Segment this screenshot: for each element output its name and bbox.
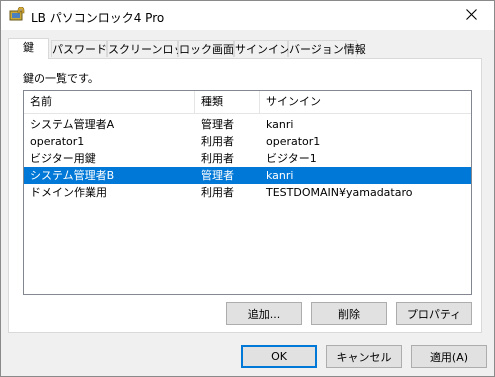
tab-keys[interactable]: 鍵 [8, 38, 49, 59]
apply-button[interactable]: 適用(A) [411, 345, 487, 368]
cell-name: operator1 [30, 135, 85, 148]
tab-signin[interactable]: サインイン [234, 40, 290, 57]
cell-signin: operator1 [266, 135, 321, 148]
cell-signin: kanri [266, 118, 294, 131]
column-header-name[interactable]: 名前 [24, 91, 195, 113]
cell-name: システム管理者A [30, 118, 115, 131]
window-title: LB パソコンロック4 Pro [31, 11, 165, 25]
cell-type: 管理者 [201, 118, 234, 131]
close-icon [465, 8, 477, 23]
list-row[interactable]: システム管理者A 管理者 kanri [24, 116, 471, 133]
tab-screen-lock[interactable]: スクリーンロック [107, 40, 195, 57]
list-header: 名前 種類 サインイン [24, 91, 471, 114]
list-row[interactable]: ドメイン作業用 利用者 TESTDOMAIN¥yamadataro [24, 184, 471, 201]
cell-type: 利用者 [201, 135, 234, 148]
key-list[interactable]: 名前 種類 サインイン システム管理者A 管理者 kanri operator1… [23, 90, 472, 295]
cancel-button[interactable]: キャンセル [326, 345, 402, 368]
list-row[interactable]: ビジター用鍵 利用者 ビジター1 [24, 150, 471, 167]
list-row[interactable]: operator1 利用者 operator1 [24, 133, 471, 150]
app-lock-icon [9, 6, 25, 23]
tab-lock-screen[interactable]: ロック画面 [178, 40, 234, 57]
column-header-type[interactable]: 種類 [195, 91, 260, 113]
cell-type: 管理者 [201, 169, 234, 182]
delete-button[interactable]: 削除 [311, 302, 387, 325]
cell-signin: ビジター1 [266, 152, 317, 165]
add-button[interactable]: 追加... [226, 302, 302, 325]
cell-name: システム管理者B [30, 169, 115, 182]
cell-type: 利用者 [201, 152, 234, 165]
list-row-selected[interactable]: システム管理者B 管理者 kanri [24, 167, 471, 184]
properties-button[interactable]: プロパティ [396, 302, 472, 325]
column-header-signin[interactable]: サインイン [260, 91, 471, 113]
keys-tab-panel: 鍵の一覧です。 名前 種類 サインイン システム管理者A 管理者 kanri o… [8, 58, 482, 333]
cell-name: ドメイン作業用 [30, 186, 107, 199]
tab-version-info[interactable]: バージョン情報 [288, 40, 366, 57]
cell-type: 利用者 [201, 186, 234, 199]
list-caption: 鍵の一覧です。 [23, 72, 99, 85]
dialog-window: LB パソコンロック4 Pro 鍵 パスワード スクリーンロック ロック画面 サ… [0, 0, 495, 377]
close-button[interactable] [448, 1, 494, 30]
ok-button[interactable]: OK [241, 345, 317, 368]
cell-signin: TESTDOMAIN¥yamadataro [266, 186, 413, 199]
tab-password[interactable]: パスワード [51, 40, 107, 57]
cell-signin: kanri [266, 169, 294, 182]
cell-name: ビジター用鍵 [30, 152, 96, 165]
title-bar[interactable]: LB パソコンロック4 Pro [1, 1, 494, 30]
